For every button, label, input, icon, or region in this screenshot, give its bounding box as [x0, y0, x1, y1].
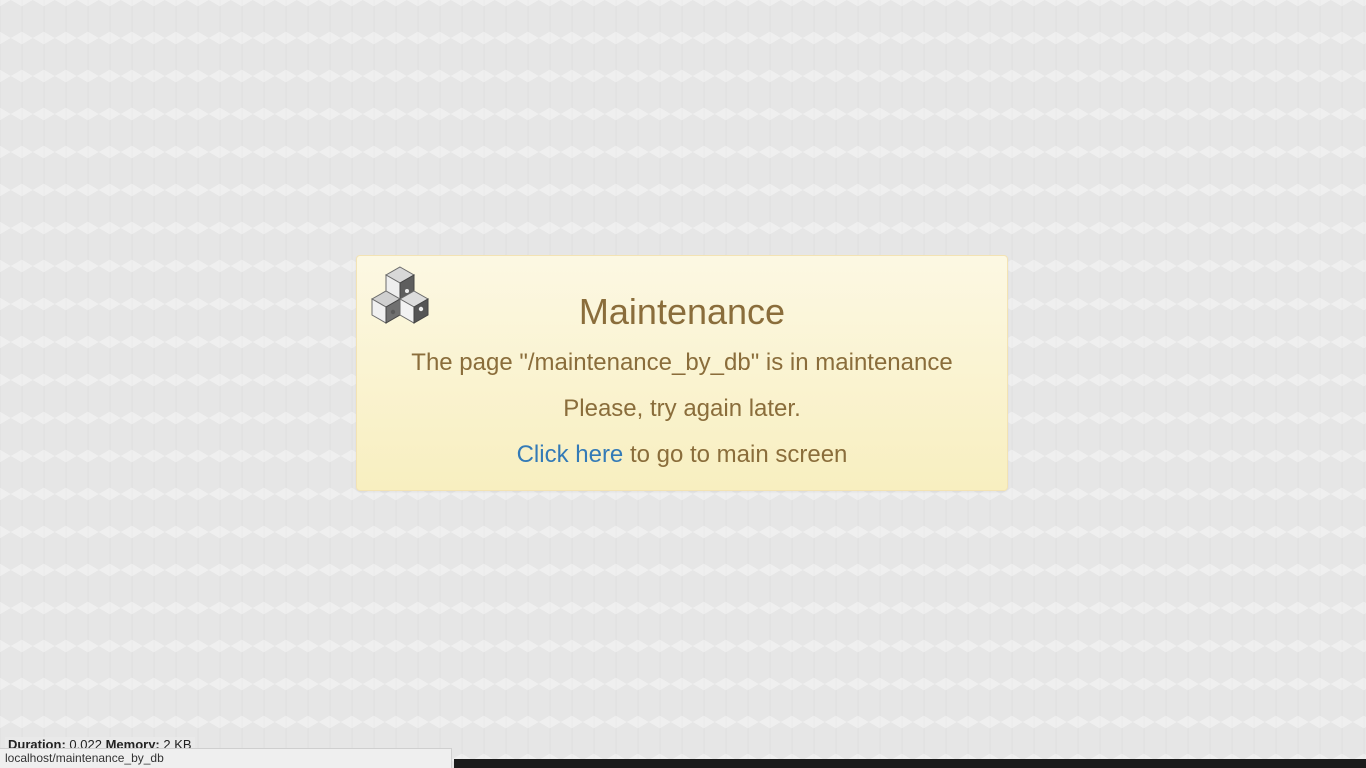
message-suffix: " is in maintenance: [750, 349, 953, 376]
retry-message: Please, try again later.: [563, 395, 801, 422]
page-title: Maintenance: [578, 291, 786, 332]
main-screen-link[interactable]: Click here: [517, 441, 624, 468]
page-path: /maintenance_by_db: [527, 349, 751, 376]
maintenance-alert: Maintenance The page "/maintenance_by_db…: [356, 255, 1008, 491]
main-screen-line: Click here to go to main screen: [357, 441, 1007, 469]
status-bar-url: localhost/maintenance_by_db: [0, 748, 452, 768]
taskbar-strip: [454, 759, 1366, 768]
message-prefix: The page ": [411, 349, 528, 376]
maintenance-message: The page "/maintenance_by_db" is in main…: [357, 349, 1007, 377]
link-suffix: to go to main screen: [623, 441, 848, 468]
